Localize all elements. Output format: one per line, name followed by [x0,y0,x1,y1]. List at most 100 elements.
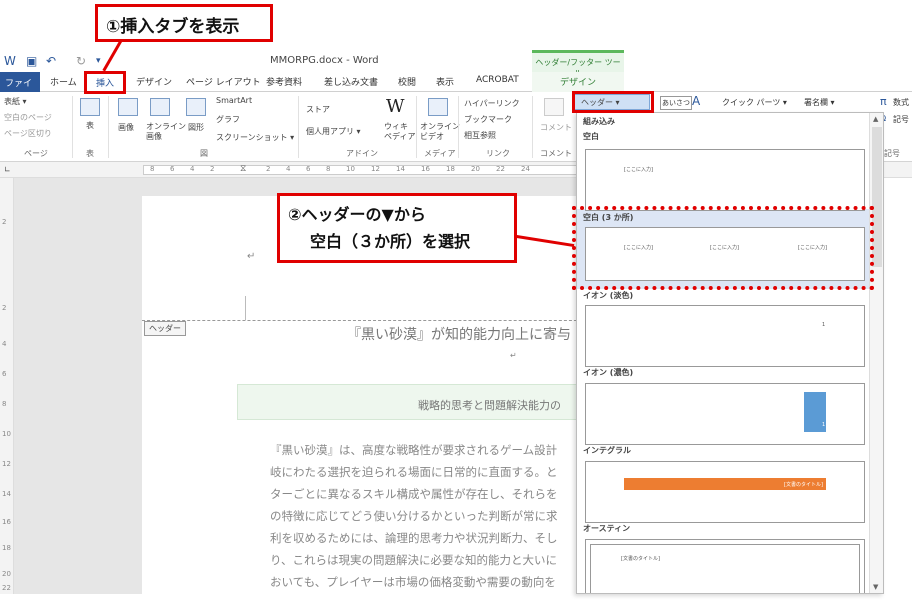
equation-icon[interactable]: π [880,95,887,108]
tab-home[interactable]: ホーム [50,75,77,88]
placeholder-text: 1 [822,322,826,328]
gallery-item-ion-light[interactable]: 1 [585,305,865,367]
symbol-button[interactable]: 記号 [893,114,909,125]
placeholder-text: [文書のタイトル] [784,482,823,488]
undo-icon[interactable]: ↶ [46,54,56,68]
textbox-icon[interactable]: あいさつ [660,96,692,110]
paragraph-mark: ↵ [510,351,517,360]
document-title: MMORPG.docx - Word [270,55,379,66]
save-icon[interactable]: ▣ [26,54,37,68]
page-break-button[interactable]: ページ区切り [4,128,52,139]
cover-page-button[interactable]: 表紙 ▾ [4,96,27,107]
annotation-step-1: ①挿入タブを表示 [95,4,273,42]
scroll-down-icon[interactable]: ▼ [873,583,878,591]
online-video-icon[interactable] [428,98,448,116]
gallery-item-label: オースティン [583,524,631,533]
ruler-number: 2 [2,218,7,226]
annotation-step-2: ②ヘッダーの▼から 空白（３か所）を選択 [277,193,517,263]
gallery-item-label: 空白 [583,132,599,141]
body-line[interactable]: 岐にわたる選択を迫られる場面に日常的に直面する。と [270,464,558,480]
redo-icon[interactable]: ↻ [76,54,86,68]
body-line[interactable]: ターごとに異なるスキル構成や属性が存在し、それらを [270,486,558,502]
indent-marker-icon[interactable]: ⧖ [240,164,246,174]
signature-line-button[interactable]: 署名欄 ▾ [804,97,835,108]
ruler-number: 14 [396,165,405,173]
shapes-icon[interactable] [186,98,206,116]
ruler-number: 12 [2,460,11,468]
tab-view[interactable]: 表示 [436,75,454,88]
gallery-item-blank[interactable]: [ここに入力] [585,149,865,211]
wikipedia-icon[interactable]: W [386,96,405,117]
online-picture-icon[interactable] [150,98,170,116]
wordart-icon[interactable]: A [692,94,700,108]
document-heading[interactable]: 『黒い砂漠』が知的能力向上に寄与 [347,324,571,344]
online-picture-button[interactable]: オンライン 画像 [146,122,186,142]
chart-button[interactable]: グラフ [216,114,240,125]
group-label-symbols: 記号 [884,149,900,158]
body-line[interactable]: おいても、プレイヤーは市場の価格変動や需要の動向を [270,574,556,590]
header-label-tag: ヘッダー [144,321,186,336]
table-button[interactable]: 表 [86,120,94,131]
tab-selector-icon[interactable]: ∟ [4,165,11,174]
screenshot-button[interactable]: スクリーンショット ▾ [216,132,294,143]
quick-parts-button[interactable]: クイック パーツ ▾ [722,97,787,108]
cross-reference-button[interactable]: 相互参照 [464,130,496,141]
header-margin-mark [245,296,246,320]
gallery-item-austin[interactable]: [文書のタイトル] [585,539,865,593]
shapes-button[interactable]: 図形 [188,122,204,133]
tab-header-footer-design[interactable]: デザイン [532,72,624,92]
gallery-scrollbar[interactable]: ▲ ▼ [869,113,883,593]
annotation-highlight-blank-three [572,206,874,290]
equation-button[interactable]: 数式 [893,97,909,108]
smartart-button[interactable]: SmartArt [216,96,252,105]
ruler-number: 12 [371,165,380,173]
ruler-margin [143,165,583,175]
ruler-number: 10 [346,165,355,173]
store-button[interactable]: ストア [306,104,330,115]
annotation-highlight-header-button [572,91,654,113]
body-line[interactable]: り、これらは現実の問題解決に必要な知的能力と大いに [270,552,557,568]
tab-mailings[interactable]: 差し込み文書 [324,75,378,88]
gallery-item-label: イオン (淡色) [583,291,634,300]
online-video-button[interactable]: オンライン ビデオ [420,122,460,142]
blank-page-button[interactable]: 空白のページ [4,112,52,123]
bookmark-button[interactable]: ブックマーク [464,114,512,125]
gallery-item-ion-dark[interactable]: 1 [585,383,865,445]
ruler-number: 6 [2,370,7,378]
body-line[interactable]: の特徴に応じてどう使い分けるかといった判断が常に求 [270,508,558,524]
body-line[interactable]: 『黒い砂漠』は、高度な戦略性が要求されるゲーム設計 [270,442,557,458]
group-label-tables: 表 [86,149,94,158]
tab-file[interactable]: ファイル [0,72,40,102]
new-comment-button[interactable]: コメント [540,122,572,133]
document-subtitle: 戦略的思考と問題解決能力の [418,399,561,412]
tab-acrobat[interactable]: ACROBAT [476,75,519,85]
subtitle-box[interactable]: 戦略的思考と問題解決能力の [237,384,597,420]
table-icon[interactable] [80,98,100,116]
picture-button[interactable]: 画像 [118,122,134,133]
ribbon-tabs: ファイル ホーム 挿入 デザイン ページ レイアウト 参考資料 差し込み文書 校… [0,72,912,102]
ruler-number: 6 [170,165,175,173]
picture-icon[interactable] [118,98,138,116]
separator [298,96,299,158]
separator [458,96,459,158]
separator [532,96,533,158]
tab-review[interactable]: 校閲 [398,75,416,88]
ruler-number: 2 [210,165,215,173]
tab-page-layout[interactable]: ページ レイアウト [186,75,261,88]
hyperlink-button[interactable]: ハイパーリンク [464,98,520,109]
tab-design[interactable]: デザイン [136,75,172,88]
body-line[interactable]: 利を収めるためには、論理的思考力や状況判断力、そし [270,530,558,546]
comment-icon[interactable] [544,98,564,116]
scroll-up-icon[interactable]: ▲ [873,115,878,123]
my-apps-button[interactable]: 個人用アプリ ▾ [306,126,361,137]
ruler-number: 8 [150,165,155,173]
tab-references[interactable]: 参考資料 [266,75,302,88]
placeholder-text: [文書のタイトル] [621,556,660,562]
customize-toolbar-icon[interactable]: ▾ [96,56,101,66]
gallery-item-integral[interactable]: [文書のタイトル] [585,461,865,523]
wikipedia-button[interactable]: ウィキ ペディア [384,122,415,142]
vertical-ruler[interactable]: 2 2 4 6 8 10 12 14 16 18 20 22 [0,178,14,594]
placeholder-text: 1 [822,422,826,428]
ruler-number: 20 [2,570,11,578]
header-gallery: 組み込み 空白 [ここに入力] 空白 (3 か所) [ここに入力] [ここに入力… [576,112,884,594]
